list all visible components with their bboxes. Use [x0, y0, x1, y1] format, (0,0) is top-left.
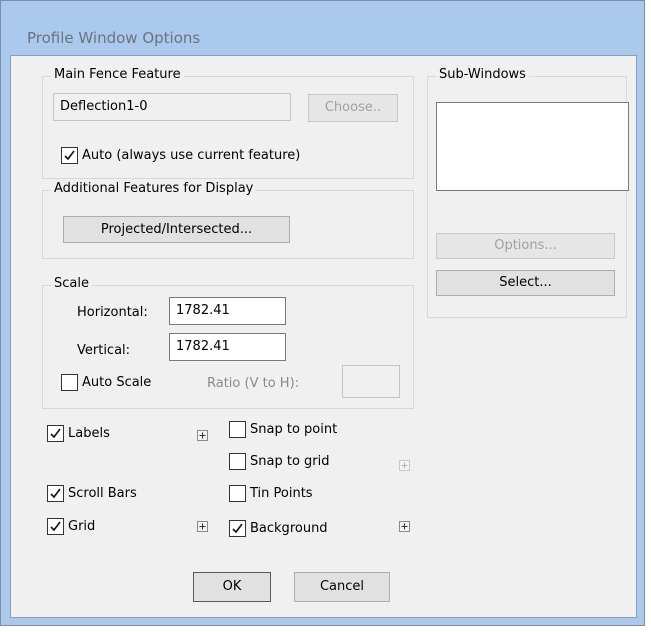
main-fence-feature-legend: Main Fence Feature [51, 67, 184, 82]
auto-scale-checkbox[interactable]: Auto Scale [61, 374, 151, 391]
grid-checkbox[interactable]: Grid [47, 518, 95, 535]
sub-window-options-button[interactable]: Options... [436, 233, 615, 259]
snap-to-grid-expand-plus-icon [399, 460, 410, 471]
check-icon [232, 523, 243, 534]
dialog-client-area: Main Fence Feature Deflection1-0 Choose.… [10, 55, 637, 618]
background-label: Background [250, 521, 328, 536]
snap-to-grid-label: Snap to grid [250, 454, 330, 469]
checkbox-box [47, 485, 64, 502]
check-icon [64, 150, 75, 161]
checkbox-box [229, 485, 246, 502]
checkbox-box [61, 147, 78, 164]
ratio-label: Ratio (V to H): [207, 376, 300, 391]
profile-window-options-dialog: Profile Window Options Main Fence Featur… [0, 0, 645, 626]
auto-scale-label: Auto Scale [82, 375, 152, 390]
additional-features-legend: Additional Features for Display [51, 181, 257, 196]
vertical-label: Vertical: [77, 343, 131, 358]
snap-to-grid-checkbox[interactable]: Snap to grid [229, 453, 330, 470]
check-icon [50, 428, 61, 439]
auto-feature-label: Auto (always use current feature) [82, 148, 301, 163]
grid-label: Grid [68, 519, 96, 534]
labels-expand-plus-icon[interactable] [197, 430, 208, 441]
horizontal-scale-input[interactable]: 1782.41 [169, 297, 286, 325]
tin-points-label: Tin Points [250, 486, 313, 501]
checkbox-box [229, 421, 246, 438]
sub-windows-legend: Sub-Windows [436, 67, 529, 82]
ratio-input [342, 365, 400, 398]
snap-to-point-checkbox[interactable]: Snap to point [229, 421, 337, 438]
check-icon [50, 521, 61, 532]
snap-to-point-label: Snap to point [250, 422, 338, 437]
main-fence-feature-field: Deflection1-0 [53, 93, 291, 121]
checkbox-box [229, 453, 246, 470]
cancel-button[interactable]: Cancel [294, 572, 390, 602]
sub-window-select-button[interactable]: Select... [436, 270, 615, 296]
grid-expand-plus-icon[interactable] [197, 521, 208, 532]
auto-feature-checkbox[interactable]: Auto (always use current feature) [61, 147, 300, 164]
checkbox-box [61, 374, 78, 391]
ok-button[interactable]: OK [193, 572, 271, 602]
tin-points-checkbox[interactable]: Tin Points [229, 485, 313, 502]
vertical-scale-input[interactable]: 1782.41 [169, 333, 286, 361]
choose-button[interactable]: Choose.. [308, 94, 398, 122]
scroll-bars-label: Scroll Bars [68, 486, 137, 501]
check-icon [50, 488, 61, 499]
window-title: Profile Window Options [27, 29, 201, 47]
scale-legend: Scale [51, 276, 92, 291]
background-checkbox[interactable]: Background [229, 520, 328, 537]
sub-windows-list[interactable] [436, 102, 629, 191]
background-expand-plus-icon[interactable] [399, 521, 410, 532]
scroll-bars-checkbox[interactable]: Scroll Bars [47, 485, 137, 502]
checkbox-box [229, 520, 246, 537]
horizontal-label: Horizontal: [77, 305, 148, 320]
labels-label: Labels [68, 426, 110, 441]
checkbox-box [47, 425, 64, 442]
labels-checkbox[interactable]: Labels [47, 425, 110, 442]
projected-intersected-button[interactable]: Projected/Intersected... [63, 216, 290, 243]
checkbox-box [47, 518, 64, 535]
